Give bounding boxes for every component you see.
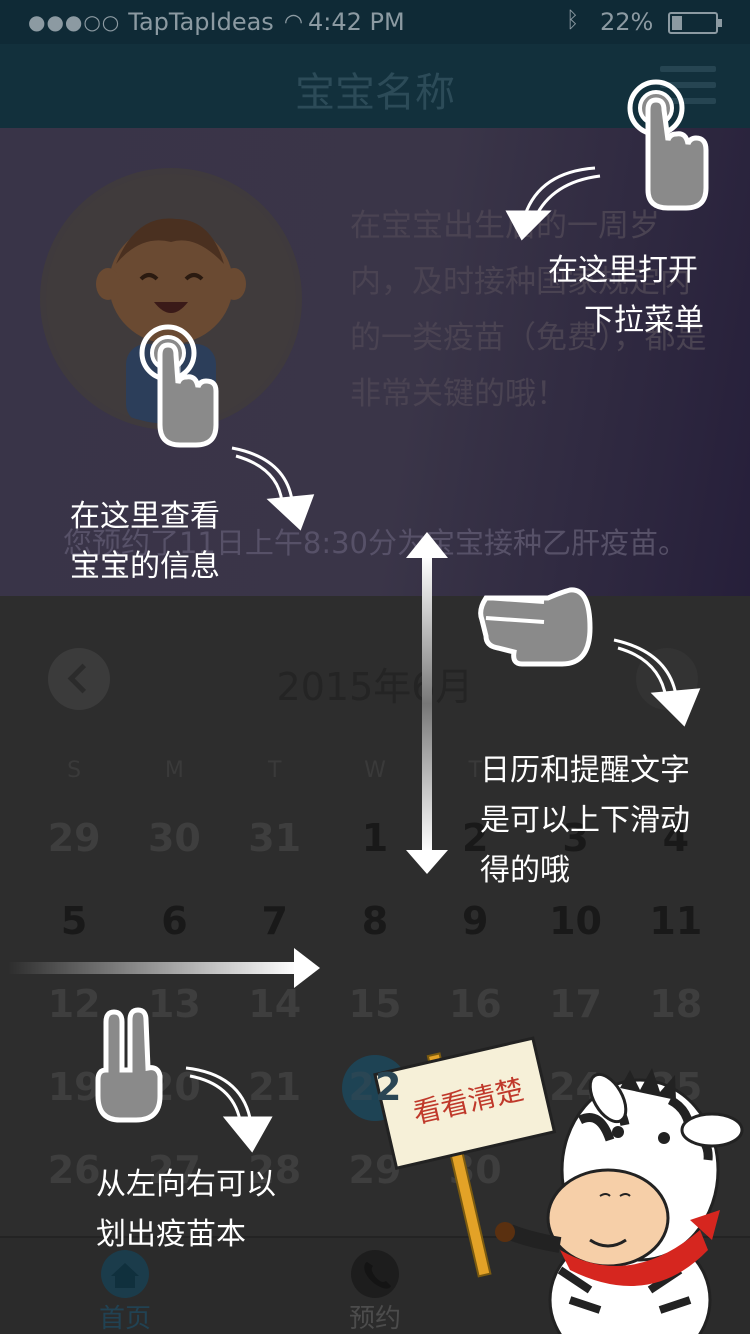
calendar-week-row: 19 20 21 22 23 24 25 <box>24 1055 726 1140</box>
calendar-day[interactable]: 12 <box>24 974 124 1057</box>
calendar-day-number: 12 <box>47 982 101 1026</box>
status-time: 4:42 PM <box>308 8 405 36</box>
calendar-day[interactable]: 29 <box>24 808 124 891</box>
profile-hint-line: 在这里查看 <box>70 499 220 534</box>
scroll-hint-text: 日历和提醒文字 是可以上下滑动 得的哦 <box>480 746 690 896</box>
calendar-day-number: 19 <box>47 1065 101 1109</box>
weekday-label: M <box>164 758 184 783</box>
swipe-hint-line: 划出疫苗本 <box>96 1217 246 1252</box>
calendar-day-number: 30 <box>448 1148 502 1192</box>
calendar-day-number: 29 <box>47 816 101 860</box>
calendar-day-number: 25 <box>649 1065 703 1109</box>
calendar-day[interactable]: 17 <box>525 974 625 1057</box>
weekday-label: W <box>364 758 386 783</box>
calendar-day[interactable]: 19 <box>24 1057 124 1140</box>
tab-messages[interactable]: 消息 <box>500 1238 750 1334</box>
calendar-day-number: 14 <box>248 982 302 1026</box>
baby-avatar[interactable] <box>40 168 302 430</box>
calendar-day-number: 7 <box>261 899 288 943</box>
calendar-day[interactable]: 14 <box>225 974 325 1057</box>
weekday-label: S <box>67 758 82 783</box>
scroll-hint-line: 是可以上下滑动 <box>480 803 690 838</box>
calendar-week-row: 12 13 14 15 16 17 18 <box>24 974 726 1057</box>
profile-hint-line: 宝宝的信息 <box>70 549 220 584</box>
calendar-day-number: 21 <box>248 1065 302 1109</box>
calendar-day-number: 17 <box>549 982 602 1026</box>
menu-hint-text: 在这里打开 下拉菜单 <box>548 246 704 346</box>
swipe-hint-text: 从左向右可以 划出疫苗本 <box>96 1160 276 1260</box>
calendar-day[interactable]: 18 <box>626 974 726 1057</box>
next-month-button[interactable] <box>636 648 698 710</box>
calendar-day-number: 6 <box>161 899 188 943</box>
calendar-day-number: 15 <box>348 982 402 1026</box>
calendar-day-number: 10 <box>549 899 602 943</box>
calendar-day-number: 30 <box>147 816 201 860</box>
tab-label: 首页 <box>98 1304 151 1334</box>
calendar-day[interactable]: 8 <box>325 891 425 974</box>
calendar-day-number: 24 <box>549 1065 602 1109</box>
menu-hint-line: 在这里打开 <box>548 253 698 288</box>
tab-label: 预约 <box>348 1304 401 1334</box>
weekday-label: T <box>267 758 282 783</box>
calendar-day[interactable]: 30 <box>425 1140 525 1223</box>
calendar-day-number: 29 <box>348 1148 402 1192</box>
calendar-day[interactable]: 30 <box>124 808 224 891</box>
calendar-day[interactable]: 9 <box>425 891 525 974</box>
calendar-day-number: 9 <box>462 899 489 943</box>
phone-icon <box>351 1250 399 1298</box>
nav-bar: 宝宝名称 <box>0 44 750 128</box>
calendar-day[interactable]: 24 <box>525 1057 625 1140</box>
calendar-day-number: 8 <box>361 899 389 943</box>
calendar-week-row: 5 6 7 8 9 10 11 <box>24 891 726 974</box>
menu-icon[interactable] <box>660 66 716 106</box>
calendar-day[interactable]: 6 <box>124 891 224 974</box>
battery-icon <box>668 12 722 34</box>
calendar-header: 2015年6月 <box>0 640 750 720</box>
calendar-day[interactable]: 13 <box>124 974 224 1057</box>
calendar-day-number: 16 <box>448 982 502 1026</box>
calendar-day <box>525 1140 625 1223</box>
tab-label: 消息 <box>598 1304 651 1334</box>
calendar-day-number: 1 <box>361 816 389 860</box>
profile-hint-text: 在这里查看 宝宝的信息 <box>70 492 220 592</box>
signal-dots-icon: ●●●○○ <box>28 10 121 34</box>
calendar-day[interactable]: 21 <box>225 1057 325 1140</box>
carrier: ●●●○○ TapTapIdeas ◠ <box>28 8 303 36</box>
calendar-day[interactable]: 20 <box>124 1057 224 1140</box>
calendar-day[interactable]: 10 <box>525 891 625 974</box>
tab-appointment[interactable]: 预约 <box>250 1238 500 1334</box>
calendar-day[interactable]: 16 <box>425 974 525 1057</box>
calendar-day[interactable]: 15 <box>325 974 425 1057</box>
calendar-day[interactable]: 5 <box>24 891 124 974</box>
calendar-day-number: 22 <box>348 1065 402 1109</box>
scroll-hint-line: 得的哦 <box>480 853 570 888</box>
baby-illustration <box>96 218 246 424</box>
calendar-day[interactable]: 29 <box>325 1140 425 1223</box>
carrier-name: TapTapIdeas <box>128 8 274 36</box>
calendar-day <box>626 1140 726 1223</box>
status-bar: ●●●○○ TapTapIdeas ◠ 4:42 PM ᛒ 22% <box>0 0 750 44</box>
calendar-day-number: 20 <box>147 1065 201 1109</box>
calendar-day-number: 18 <box>649 982 703 1026</box>
scroll-hint-line: 日历和提醒文字 <box>480 753 690 788</box>
bluetooth-icon: ᛒ <box>566 8 580 33</box>
calendar-day-number: 11 <box>649 899 703 943</box>
swipe-hint-line: 从左向右可以 <box>96 1167 276 1202</box>
menu-hint-line: 下拉菜单 <box>584 303 704 338</box>
calendar-day-number: 5 <box>60 899 88 943</box>
calendar-day[interactable]: 1 <box>325 808 425 891</box>
calendar-day-number: 26 <box>47 1148 101 1192</box>
chat-icon <box>601 1250 649 1298</box>
page-title: 宝宝名称 <box>295 70 455 116</box>
calendar-day-number: 31 <box>248 816 302 860</box>
calendar-day-number: 13 <box>147 982 201 1026</box>
calendar-day[interactable]: 25 <box>626 1057 726 1140</box>
calendar-day[interactable]: 7 <box>225 891 325 974</box>
calendar-day[interactable]: 31 <box>225 808 325 891</box>
calendar-day[interactable]: 11 <box>626 891 726 974</box>
battery-percent: 22% <box>600 8 654 36</box>
wifi-icon: ◠ <box>283 9 304 35</box>
